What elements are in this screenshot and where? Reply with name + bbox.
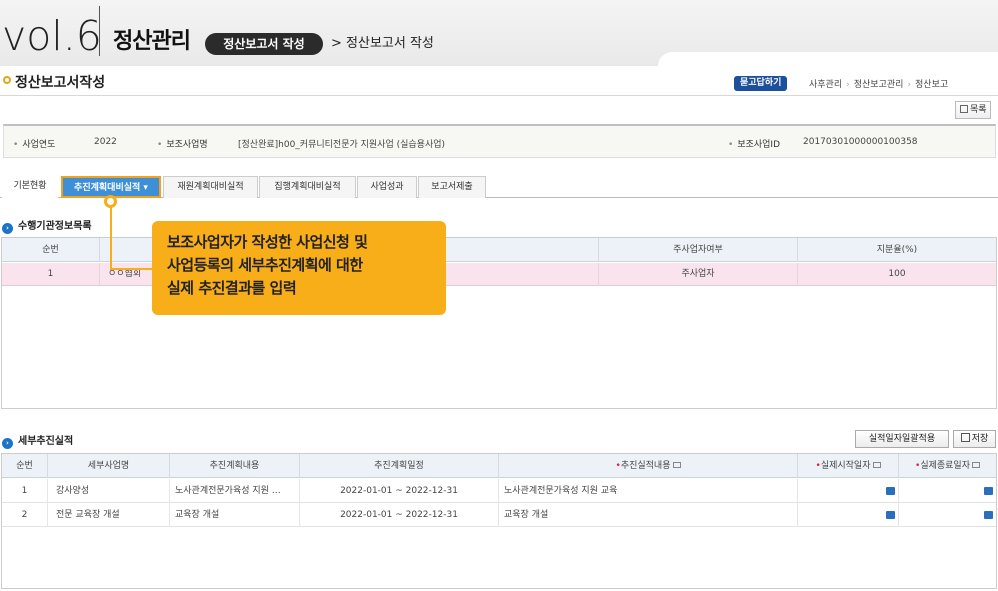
tab-finance[interactable]: 재원계획대비실적 [163, 176, 258, 198]
project-id-label: 보조사업ID [728, 137, 780, 150]
breadcrumb-item[interactable]: 사후관리 [809, 80, 842, 90]
list-icon [960, 105, 968, 113]
page-title-bar: 정산보고서작성 묻고답하기 사후관리 › 정산보고관리 › 정산보고 [0, 66, 998, 96]
callout-pointer [104, 195, 117, 208]
table-row[interactable]: 1 강사양성 노사관계전문가육성 지원 … 2022-01-01 ~ 2022-… [2, 479, 996, 503]
tab-bar: 기본현황 추진계획대비실적 ▾ 재원계획대비실적 집행계획대비실적 사업성과 보… [0, 176, 998, 198]
col-main: 주사업자여부 [599, 238, 798, 262]
breadcrumb-item[interactable]: 정산보고관리 [854, 80, 904, 90]
calendar-icon[interactable] [984, 511, 993, 519]
bulk-date-apply-button[interactable]: 실적일자일괄적용 [855, 430, 949, 448]
list-button[interactable]: 목록 [955, 101, 991, 119]
banner-crumb: > 정산보고서 작성 [331, 36, 434, 51]
table-row[interactable]: 2 전문 교육장 개설 교육장 개설 2022-01-01 ~ 2022-12-… [2, 503, 996, 527]
section-title-agencies: › 수행기관정보목록 [2, 217, 92, 234]
tab-submit[interactable]: 보고서제출 [418, 176, 486, 198]
agency-grid: 순번 주사업자여부 지분율(%) 1 ㅇㅇ협회 주사업자 100 [1, 237, 997, 409]
start-date-cell[interactable] [798, 503, 899, 527]
save-icon [960, 433, 970, 442]
top-banner: vol.6 정산관리 정산보고서 작성 > 정산보고서 작성 [0, 0, 998, 66]
year-value: 2022 [94, 137, 117, 147]
project-info-box: 사업연도 2022 보조사업명 [정산완료]h00_커뮤니티전문가 지원사업 (… [3, 124, 996, 158]
year-label: 사업연도 [13, 137, 55, 150]
end-date-cell[interactable] [899, 503, 996, 527]
banner-pill: 정산보고서 작성 [205, 33, 323, 55]
banner-title: 정산관리 [113, 29, 191, 54]
section-title-details: › 세부추진실적 [2, 432, 73, 449]
col-share: 지분율(%) [876, 245, 918, 255]
calendar-icon[interactable] [984, 487, 993, 495]
edit-icon [972, 462, 980, 468]
page-title: 정산보고서작성 [15, 75, 106, 91]
project-id-value: 20170301000000100358 [803, 137, 918, 147]
calendar-icon[interactable] [886, 511, 895, 519]
breadcrumb: 사후관리 › 정산보고관리 › 정산보고 [809, 80, 949, 90]
start-date-cell[interactable] [798, 479, 899, 503]
section-arrow-icon: › [2, 438, 13, 449]
project-label: 보조사업명 [157, 137, 207, 150]
annotation-callout: 보조사업자가 작성한 사업신청 및 사업등록의 세부추진계획에 대한 실제 추진… [152, 221, 446, 315]
tab-performance[interactable]: 사업성과 [357, 176, 417, 198]
calendar-icon[interactable] [886, 487, 895, 495]
edit-icon [872, 462, 881, 468]
breadcrumb-item[interactable]: 정산보고 [915, 80, 948, 90]
tab-basic[interactable]: 기본현황 [2, 176, 58, 198]
volume-label: vol.6 [2, 12, 102, 60]
edit-icon [672, 462, 681, 468]
section-arrow-icon: › [2, 223, 13, 234]
end-date-cell[interactable] [899, 479, 996, 503]
title-bullet-icon [3, 76, 11, 84]
detail-grid: 순번 세부사업명 추진계획내용 추진계획일정 •추진실적내용 •실제시작일자 •… [1, 453, 997, 589]
grid-header: 순번 세부사업명 추진계획내용 추진계획일정 •추진실적내용 •실제시작일자 •… [2, 454, 996, 478]
tab-execution[interactable]: 집행계획대비실적 [259, 176, 356, 198]
col-no: 순번 [2, 238, 100, 262]
save-button[interactable]: 저장 [953, 430, 996, 448]
qa-button[interactable]: 묻고답하기 [734, 76, 788, 91]
project-value: [정산완료]h00_커뮤니티전문가 지원사업 (실습용사업) [238, 140, 446, 150]
divider [99, 6, 100, 56]
